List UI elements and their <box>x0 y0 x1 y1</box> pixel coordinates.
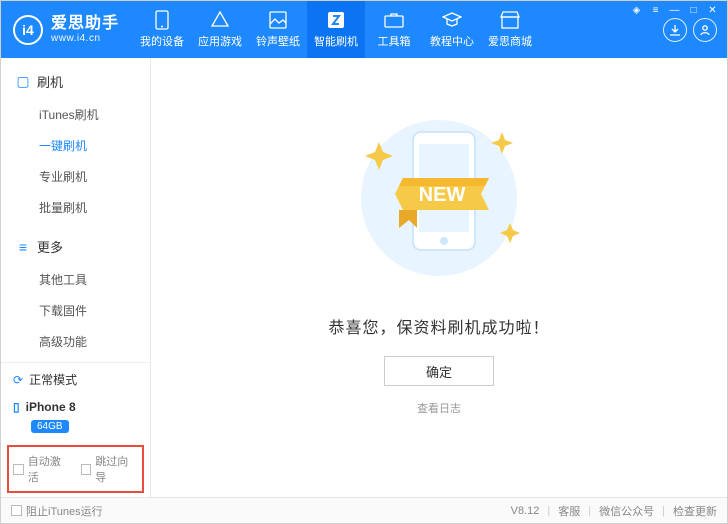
device-row[interactable]: ▯ iPhone 8 <box>1 396 150 418</box>
device-name: iPhone 8 <box>26 400 76 414</box>
sidebar-item-oneclick[interactable]: 一键刷机 <box>1 130 150 161</box>
app-header: ◈ ≡ — □ ✕ i4 爱思助手 www.i4.cn 我的设备 应用游戏 <box>1 1 727 58</box>
sidebar-item-itunes[interactable]: iTunes刷机 <box>1 99 150 130</box>
phone-outline-icon: ▢ <box>15 73 31 90</box>
user-icon[interactable] <box>693 18 717 42</box>
nav-apps[interactable]: 应用游戏 <box>191 1 249 58</box>
brand-name: 爱思助手 <box>51 15 119 33</box>
tutorial-icon <box>442 10 462 30</box>
refresh-icon: ⟳ <box>13 373 23 387</box>
sidebar-item-batch[interactable]: 批量刷机 <box>1 192 150 223</box>
minimize-icon[interactable]: — <box>668 5 681 16</box>
wechat-link[interactable]: 微信公众号 <box>599 503 654 519</box>
sidebar-item-other[interactable]: 其他工具 <box>1 264 150 295</box>
nav-tools[interactable]: 工具箱 <box>365 1 423 58</box>
skip-guide-checkbox[interactable]: 跳过向导 <box>81 453 139 485</box>
wallpaper-icon <box>268 10 288 30</box>
sidebar-section-flash[interactable]: ▢ 刷机 <box>1 66 150 97</box>
sidebar-item-advanced[interactable]: 高级功能 <box>1 326 150 357</box>
mode-status[interactable]: ⟳ 正常模式 <box>1 363 150 396</box>
check-update-link[interactable]: 检查更新 <box>673 503 717 519</box>
logo-icon: i4 <box>13 15 43 45</box>
nav-devices[interactable]: 我的设备 <box>133 1 191 58</box>
nav-ringtone[interactable]: 铃声壁纸 <box>249 1 307 58</box>
store-icon <box>500 10 520 30</box>
support-link[interactable]: 客服 <box>558 503 580 519</box>
block-itunes-checkbox[interactable]: 阻止iTunes运行 <box>11 503 103 519</box>
nav-flash[interactable]: 智能刷机 <box>307 1 365 58</box>
new-ribbon-text: NEW <box>419 184 466 206</box>
sidebar: ▢ 刷机 iTunes刷机 一键刷机 专业刷机 批量刷机 ≡ 更多 其他工具 下… <box>1 58 151 497</box>
tshirt-icon[interactable]: ◈ <box>630 5 643 16</box>
phone-icon <box>152 10 172 30</box>
appstore-icon <box>210 10 230 30</box>
toolbox-icon <box>384 10 404 30</box>
storage-badge: 64GB <box>31 420 69 433</box>
flash-options: 自动激活 跳过向导 <box>7 445 144 493</box>
sidebar-item-pro[interactable]: 专业刷机 <box>1 161 150 192</box>
success-message: 恭喜您，保资料刷机成功啦！ <box>328 314 549 338</box>
top-nav: 我的设备 应用游戏 铃声壁纸 智能刷机 工具箱 教程中心 <box>133 1 653 58</box>
sidebar-section-more[interactable]: ≡ 更多 <box>1 231 150 262</box>
device-icon: ▯ <box>13 400 20 414</box>
close-icon[interactable]: ✕ <box>706 5 719 16</box>
nav-tutorial[interactable]: 教程中心 <box>423 1 481 58</box>
menu-icon[interactable]: ≡ <box>649 5 662 16</box>
window-controls: ◈ ≡ — □ ✕ <box>630 5 719 16</box>
main-pane: NEW 恭喜您，保资料刷机成功啦！ 确定 查看日志 <box>151 58 727 497</box>
success-illustration: NEW <box>339 108 539 288</box>
auto-activate-checkbox[interactable]: 自动激活 <box>13 453 71 485</box>
brand-url: www.i4.cn <box>51 33 119 45</box>
download-icon[interactable] <box>663 18 687 42</box>
view-log-link[interactable]: 查看日志 <box>417 400 461 416</box>
version-label: V8.12 <box>511 505 540 517</box>
maximize-icon[interactable]: □ <box>687 5 700 16</box>
brand-logo[interactable]: i4 爱思助手 www.i4.cn <box>1 1 133 58</box>
ok-button[interactable]: 确定 <box>384 356 494 386</box>
flash-icon <box>326 10 346 30</box>
more-icon: ≡ <box>15 239 31 255</box>
nav-mall[interactable]: 爱思商城 <box>481 1 539 58</box>
status-bar: 阻止iTunes运行 V8.12 | 客服 | 微信公众号 | 检查更新 <box>1 497 727 523</box>
sidebar-item-download[interactable]: 下载固件 <box>1 295 150 326</box>
